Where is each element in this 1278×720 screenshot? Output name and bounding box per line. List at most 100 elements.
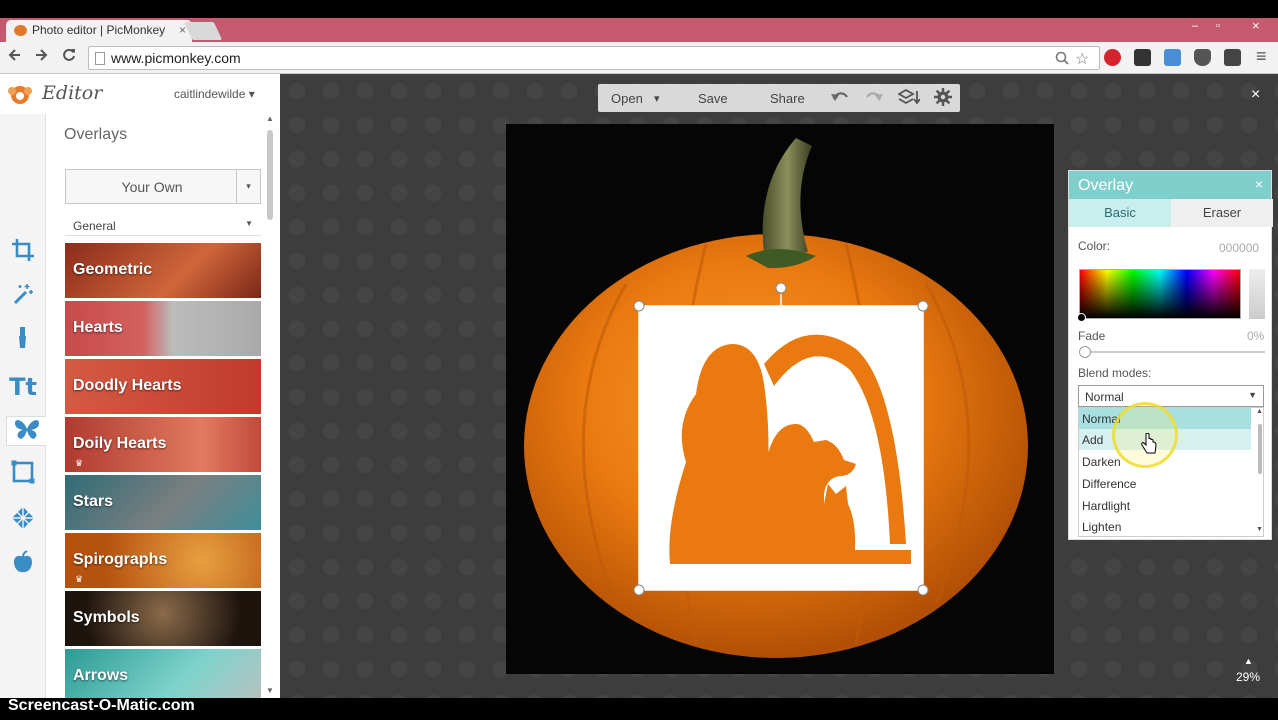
blend-option-hardlight[interactable]: Hardlight: [1079, 495, 1251, 516]
zoom-toggle-icon[interactable]: ▲: [1244, 656, 1253, 666]
blend-modes-label: Blend modes:: [1078, 366, 1152, 380]
url-input[interactable]: www.picmonkey.com ☆: [88, 46, 1100, 70]
settings-gear-icon[interactable]: [934, 88, 952, 109]
category-arrows[interactable]: Arrows: [65, 649, 261, 704]
category-geometric[interactable]: Geometric: [65, 243, 261, 298]
address-bar: www.picmonkey.com ☆ ≡: [0, 42, 1278, 74]
forward-icon[interactable]: [34, 48, 48, 67]
browser-tab[interactable]: Photo editor | PicMonkey ×: [6, 20, 192, 42]
screen: Photo editor | PicMonkey × – ▫ × www.pic…: [0, 0, 1278, 720]
user-caret-icon: ▾: [248, 87, 255, 101]
category-hearts[interactable]: Hearts: [65, 301, 261, 356]
premium-crown-icon: ♛: [75, 458, 84, 468]
sidebar-scroll-thumb[interactable]: [267, 130, 273, 220]
category-label: Symbols: [73, 609, 140, 626]
photo-canvas[interactable]: [506, 124, 1054, 674]
back-icon[interactable]: [8, 48, 22, 67]
extension-icon[interactable]: [1224, 49, 1241, 66]
fade-label: Fade: [1078, 329, 1106, 343]
general-label: General: [73, 219, 116, 233]
text-tool-icon[interactable]: Tt: [8, 372, 38, 402]
picmonkey-logo[interactable]: Editor: [6, 82, 102, 106]
screencast-watermark: Screencast-O-Matic.com: [8, 697, 195, 714]
zoom-search-icon[interactable]: [1055, 51, 1069, 68]
blend-mode-select[interactable]: Normal ▼: [1078, 385, 1264, 407]
blend-list-scroll-thumb[interactable]: [1258, 424, 1262, 474]
user-menu[interactable]: caitlindewilde ▾: [174, 87, 255, 101]
your-own-label: Your Own: [121, 179, 183, 195]
blend-option-lighten[interactable]: Lighten: [1079, 516, 1251, 537]
pinterest-icon[interactable]: [1104, 49, 1121, 66]
butterfly-icon[interactable]: [6, 416, 46, 446]
reload-icon[interactable]: [62, 48, 76, 67]
close-icon[interactable]: ×: [1255, 176, 1263, 192]
list-scroll-up-icon[interactable]: ▲: [1256, 408, 1263, 415]
tab-basic[interactable]: Basic: [1069, 199, 1171, 227]
category-stars[interactable]: Stars: [65, 475, 261, 530]
general-caret-icon: ▼: [245, 219, 253, 228]
save-button[interactable]: Save: [698, 91, 728, 106]
color-spectrum-picker[interactable]: [1079, 269, 1241, 319]
bookmark-star-icon[interactable]: ☆: [1075, 49, 1089, 69]
undo-icon[interactable]: [830, 89, 850, 108]
texture-icon[interactable]: [8, 506, 38, 536]
list-scroll-down-icon[interactable]: ▼: [1256, 526, 1263, 533]
logo-text: Editor: [42, 82, 103, 104]
picmonkey-favicon-icon: [14, 25, 27, 36]
your-own-button[interactable]: Your Own ▾: [65, 169, 261, 204]
tool-strip: Tt: [0, 114, 46, 698]
open-caret-icon[interactable]: ▾: [654, 92, 660, 105]
category-symbols[interactable]: Symbols: [65, 591, 261, 646]
fade-slider-handle[interactable]: [1079, 346, 1091, 358]
overlay-panel-header: Overlay ×: [1069, 171, 1271, 199]
fade-value: 0%: [1247, 329, 1265, 343]
editor-sidebar: Editor caitlindewilde ▾ Tt Overlays Your…: [0, 74, 280, 704]
scroll-up-icon[interactable]: ▲: [266, 114, 274, 123]
brush-icon[interactable]: [8, 326, 38, 356]
browser-tab-bar: Photo editor | PicMonkey × – ▫ ×: [0, 0, 1278, 42]
pocket-icon[interactable]: [1194, 49, 1211, 66]
fade-slider-track[interactable]: [1085, 351, 1265, 353]
tab-eraser[interactable]: Eraser: [1171, 199, 1273, 227]
tab-title: Photo editor | PicMonkey: [32, 23, 166, 37]
close-window-icon[interactable]: ×: [1252, 18, 1260, 33]
magic-wand-icon[interactable]: [8, 282, 38, 312]
category-label: Geometric: [73, 261, 153, 278]
share-button[interactable]: Share: [770, 91, 805, 106]
cloud-extension-icon[interactable]: [1164, 49, 1181, 66]
color-picker-handle[interactable]: [1077, 313, 1086, 322]
puzzle-extension-icon[interactable]: [1134, 49, 1151, 66]
pumpkin-image: [506, 124, 1054, 674]
category-dropdown[interactable]: General ▼: [65, 216, 261, 236]
category-label: Hearts: [73, 319, 123, 336]
color-label: Color:: [1078, 239, 1111, 253]
blend-option-difference[interactable]: Difference: [1079, 473, 1251, 494]
layers-icon[interactable]: [897, 88, 921, 108]
overlays-title: Overlays: [64, 126, 128, 143]
category-label: Arrows: [73, 667, 129, 684]
top-toolbar: Open ▾ Save Share: [598, 84, 960, 112]
url-text: www.picmonkey.com: [111, 50, 241, 66]
category-label: Doily Hearts: [73, 435, 167, 452]
category-label: Spirographs: [73, 551, 168, 568]
grayscale-picker[interactable]: [1249, 269, 1265, 319]
premium-crown-icon: ♛: [75, 574, 84, 584]
apple-theme-icon[interactable]: [8, 550, 38, 580]
blend-caret-icon: ▼: [1248, 390, 1257, 400]
menu-icon[interactable]: ≡: [1256, 46, 1267, 67]
category-doily-hearts[interactable]: Doily Hearts ♛: [65, 417, 261, 472]
frame-icon[interactable]: [8, 460, 38, 490]
overlay-settings-panel: Overlay × Basic Eraser Color: 000000 Fad…: [1068, 170, 1273, 540]
scroll-down-icon[interactable]: ▼: [266, 686, 274, 695]
chevron-down-icon[interactable]: ▾: [236, 170, 260, 203]
zoom-level[interactable]: 29%: [1236, 670, 1260, 684]
open-button[interactable]: Open: [611, 91, 643, 106]
crop-icon[interactable]: [8, 238, 38, 268]
redo-icon[interactable]: [864, 89, 884, 108]
close-editor-icon[interactable]: ×: [1251, 86, 1260, 104]
category-spirographs[interactable]: Spirographs ♛: [65, 533, 261, 588]
color-hex-value[interactable]: 000000: [1219, 241, 1259, 255]
category-doodly-hearts[interactable]: Doodly Hearts: [65, 359, 261, 414]
minimize-icon[interactable]: –: [1192, 20, 1198, 32]
maximize-icon[interactable]: ▫: [1216, 20, 1220, 32]
